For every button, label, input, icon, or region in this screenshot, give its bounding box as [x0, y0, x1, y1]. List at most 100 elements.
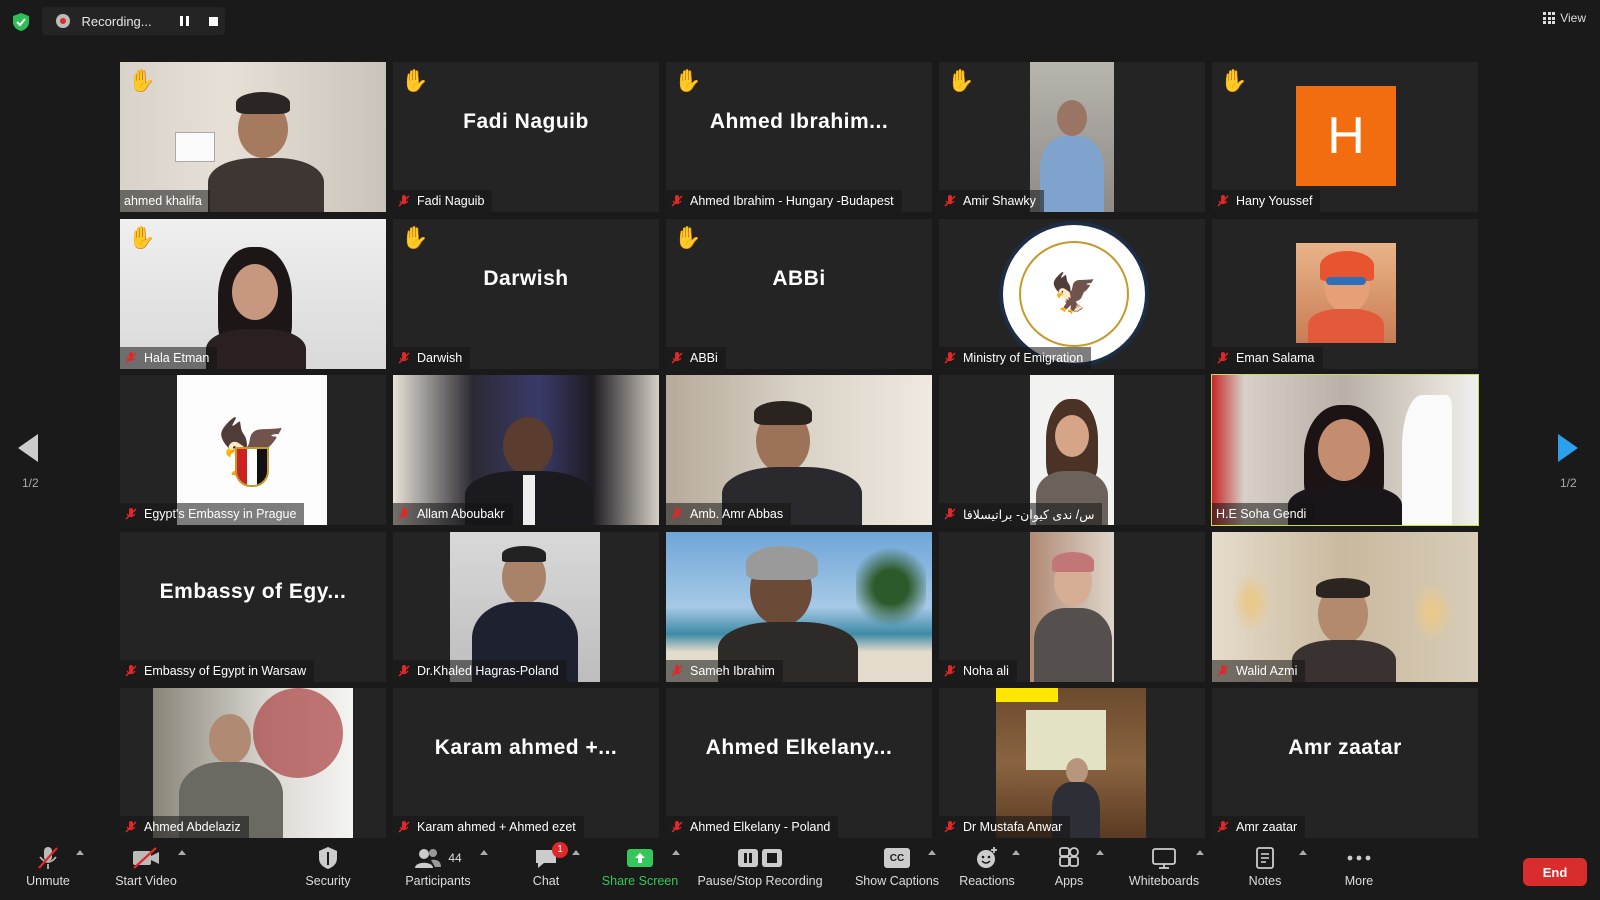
participant-name: Embassy of Egypt in Warsaw: [144, 663, 307, 678]
chat-unread-badge: 1: [552, 842, 568, 858]
share-screen-label: Share Screen: [601, 874, 679, 888]
participant-name-label: Dr Mustafa Anwar: [939, 816, 1071, 838]
encryption-shield-icon[interactable]: [12, 12, 30, 32]
start-video-label: Start Video: [115, 874, 177, 888]
participant-name: Allam Aboubakr: [417, 507, 505, 521]
muted-mic-icon: [398, 821, 410, 833]
muted-mic-icon: [125, 664, 137, 677]
next-page-arrow-icon[interactable]: [1558, 434, 1578, 462]
participant-tile[interactable]: Dr Mustafa Anwar: [939, 688, 1205, 838]
participant-tile[interactable]: ✋ ABBi ABBi: [666, 218, 932, 369]
participant-name-label: Walid Azmi: [1212, 659, 1306, 682]
participant-display-name: ABBi: [772, 266, 826, 290]
participant-tile[interactable]: Walid Azmi: [1212, 531, 1478, 682]
muted-mic-icon: [944, 821, 956, 833]
participant-tile[interactable]: Dr.Khaled Hagras-Poland: [393, 531, 659, 682]
previous-page-arrow-icon[interactable]: [18, 434, 38, 462]
participant-tile[interactable]: س/ ندى كيوان- براتيسلافا: [939, 375, 1205, 525]
muted-mic-icon: [398, 664, 410, 677]
participant-name: س/ ندى كيوان- براتيسلافا: [963, 507, 1095, 522]
share-screen-button[interactable]: Share Screen: [600, 842, 680, 898]
notes-button[interactable]: Notes: [1240, 842, 1290, 898]
ministry-logo: 🦅: [999, 220, 1149, 367]
pause-stop-recording-button[interactable]: Pause/Stop Recording: [696, 842, 824, 898]
participant-name: Eman Salama: [1236, 350, 1315, 365]
pause-recording-button[interactable]: [173, 9, 196, 33]
apps-button[interactable]: Apps: [1046, 842, 1092, 898]
participants-options-caret-icon[interactable]: [480, 850, 488, 855]
participant-name-label: H.E Soha Gendi: [1212, 503, 1315, 525]
participant-name-label: Egypt's Embassy in Prague: [120, 503, 305, 525]
view-label: View: [1560, 11, 1586, 25]
participant-tile-active-speaker[interactable]: H.E Soha Gendi: [1211, 374, 1479, 526]
participant-tile[interactable]: Eman Salama: [1212, 218, 1478, 369]
participant-tile[interactable]: 🦅 Egypt's Embassy in Prague: [120, 375, 386, 525]
muted-mic-icon: [944, 195, 956, 207]
participant-tile[interactable]: Embassy of Egy... Embassy of Egypt in Wa…: [120, 531, 386, 682]
raised-hand-icon: ✋: [401, 68, 429, 93]
participant-tile[interactable]: ✋ Ahmed Ibrahim... Ahmed Ibrahim - Hunga…: [666, 62, 932, 212]
recording-dot-icon: [56, 14, 70, 28]
share-options-caret-icon[interactable]: [672, 850, 680, 855]
muted-mic-icon: [1217, 821, 1229, 833]
reactions-button[interactable]: Reactions: [956, 842, 1018, 898]
captions-icon-text: CC: [884, 848, 910, 868]
participant-tile[interactable]: ✋ H Hany Youssef: [1212, 62, 1478, 212]
participants-icon: 44: [414, 842, 462, 874]
muted-mic-icon: [671, 664, 683, 677]
participant-tile[interactable]: Karam ahmed +... Karam ahmed + Ahmed eze…: [393, 688, 659, 838]
more-button[interactable]: More: [1334, 842, 1384, 898]
end-meeting-button[interactable]: End: [1523, 858, 1587, 886]
participant-photo: [1296, 242, 1396, 343]
participant-name-label: س/ ندى كيوان- براتيسلافا: [939, 503, 1103, 525]
participant-tile[interactable]: ✋ Darwish Darwish: [393, 218, 659, 369]
participant-tile[interactable]: 🦅 Ministry of Emigration: [939, 218, 1205, 369]
whiteboards-options-caret-icon[interactable]: [1196, 850, 1204, 855]
start-video-button[interactable]: Start Video: [108, 842, 184, 898]
muted-mic-icon: [398, 351, 410, 364]
participant-tile[interactable]: ✋ Fadi Naguib Fadi Naguib: [393, 62, 659, 212]
participant-name-label: Embassy of Egypt in Warsaw: [120, 659, 315, 682]
participant-name: Ahmed Abdelaziz: [144, 820, 241, 834]
reactions-options-caret-icon[interactable]: [1012, 850, 1020, 855]
participant-tile[interactable]: Sameh Ibrahim: [666, 531, 932, 682]
participant-tile[interactable]: Noha ali: [939, 531, 1205, 682]
notes-options-caret-icon[interactable]: [1299, 850, 1307, 855]
participant-tile[interactable]: Ahmed Elkelany... Ahmed Elkelany - Polan…: [666, 688, 932, 838]
participant-name-label: Noha ali: [939, 659, 1017, 682]
participant-tile[interactable]: ✋ Amir Shawky: [939, 62, 1205, 212]
participant-tile[interactable]: Amb. Amr Abbas: [666, 375, 932, 525]
chat-bubble-icon: 1: [534, 842, 568, 874]
chat-button[interactable]: 1 Chat: [524, 842, 568, 898]
captions-options-caret-icon[interactable]: [928, 850, 936, 855]
security-button[interactable]: Security: [298, 842, 358, 898]
raised-hand-icon: ✋: [128, 68, 156, 93]
muted-mic-icon: [944, 664, 956, 677]
share-screen-icon: [626, 842, 654, 874]
page-indicator-left: 1/2: [22, 476, 39, 490]
muted-mic-icon: [398, 508, 410, 520]
participant-name: Sameh Ibrahim: [690, 663, 775, 678]
participant-display-name: Karam ahmed +...: [434, 736, 618, 759]
apps-options-caret-icon[interactable]: [1096, 850, 1104, 855]
stop-recording-button[interactable]: [202, 9, 225, 33]
video-options-caret-icon[interactable]: [178, 850, 186, 855]
whiteboards-label: Whiteboards: [1128, 874, 1200, 888]
muted-mic-icon: [671, 195, 683, 207]
participant-tile[interactable]: Allam Aboubakr: [393, 375, 659, 525]
whiteboards-button[interactable]: Whiteboards: [1124, 842, 1204, 898]
muted-microphone-icon: [36, 842, 60, 874]
participant-tile[interactable]: ✋ Hala Etman: [120, 218, 386, 369]
view-button[interactable]: View: [1543, 11, 1586, 25]
participant-tile[interactable]: Ahmed Abdelaziz: [120, 688, 386, 838]
chat-options-caret-icon[interactable]: [572, 850, 580, 855]
muted-mic-icon: [398, 195, 410, 207]
reactions-label: Reactions: [959, 874, 1015, 888]
unmute-button[interactable]: Unmute: [20, 842, 76, 898]
muted-mic-icon: [1217, 664, 1229, 677]
participant-tile[interactable]: ✋ ahmed khalifa: [120, 62, 386, 212]
participants-button[interactable]: 44 Participants: [392, 842, 484, 898]
audio-options-caret-icon[interactable]: [76, 850, 84, 855]
chat-label: Chat: [532, 874, 560, 888]
participant-tile[interactable]: Amr zaatar Amr zaatar: [1212, 688, 1478, 838]
